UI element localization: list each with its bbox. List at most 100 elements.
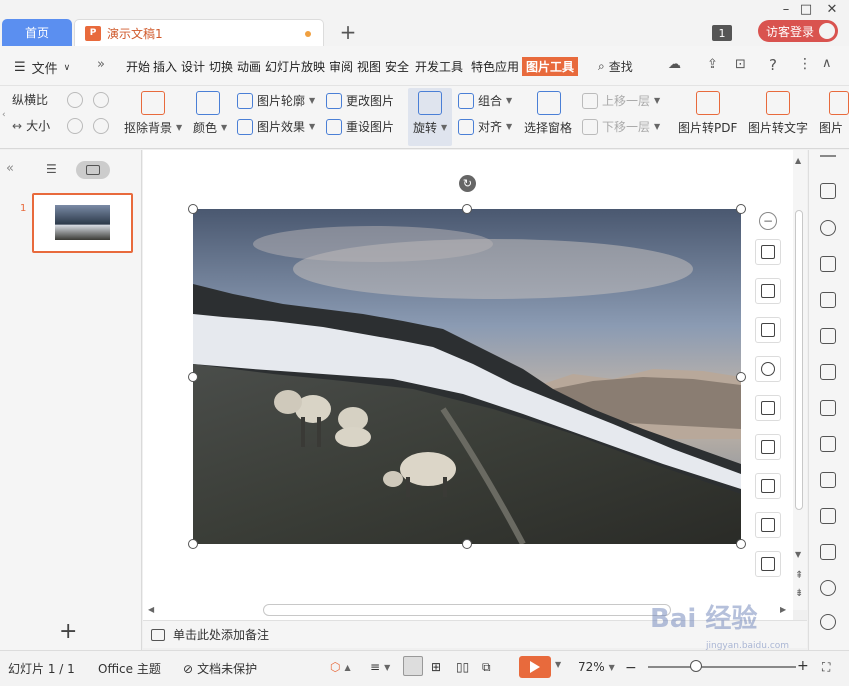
expand-menu-icon[interactable]: » xyxy=(97,57,105,72)
zoom-out-icon[interactable]: − xyxy=(625,660,637,676)
layout-grid-icon[interactable] xyxy=(820,328,836,344)
prev-slide-icon[interactable]: ⇞ xyxy=(795,570,803,581)
resize-button[interactable]: ↔ 大小 xyxy=(12,117,50,134)
menu-animation[interactable]: 动画 xyxy=(237,58,261,75)
resize-handle-bottom-left[interactable] xyxy=(188,539,198,549)
ribbon-scroll-left-icon[interactable]: ‹ xyxy=(2,110,6,120)
shape-icon[interactable] xyxy=(820,220,836,236)
tab-home[interactable]: 首页 xyxy=(2,19,72,46)
tab-document[interactable]: P 演示文稿1 xyxy=(74,19,324,46)
send-backward-button[interactable]: 下移一层 ▼ xyxy=(582,118,660,135)
document-icon[interactable] xyxy=(820,436,836,452)
help-icon[interactable]: ? xyxy=(769,56,777,74)
resize-handle-top-left[interactable] xyxy=(188,204,198,214)
scroll-left-icon[interactable]: ◀ xyxy=(148,605,154,614)
contrast-up-button[interactable] xyxy=(67,118,83,134)
brightness-down-button[interactable] xyxy=(93,92,109,108)
search-button[interactable]: ⌕ 查找 xyxy=(598,58,633,75)
remove-background-button[interactable]: 抠除背景 ▼ xyxy=(124,119,182,136)
menu-security[interactable]: 安全 xyxy=(385,58,409,75)
outline-view-icon[interactable]: ☰ xyxy=(46,162,57,176)
close-icon[interactable]: ✕ xyxy=(822,2,842,17)
menu-view[interactable]: 视图 xyxy=(357,58,381,75)
notes-toggle-icon[interactable]: ≡ ▼ xyxy=(370,660,390,674)
settings-sliders-icon[interactable] xyxy=(820,400,836,416)
menu-picture-tools[interactable]: 图片工具 xyxy=(522,57,579,76)
resize-handle-bottom-right[interactable] xyxy=(736,539,746,549)
resize-handle-top-right[interactable] xyxy=(736,204,746,214)
crop-button[interactable] xyxy=(755,239,781,265)
maximize-icon[interactable]: □ xyxy=(796,2,816,17)
collapse-ribbon-icon[interactable]: ∧ xyxy=(822,56,832,71)
menu-transition[interactable]: 切换 xyxy=(209,58,233,75)
picture-frame-button[interactable] xyxy=(755,395,781,421)
fit-window-icon[interactable]: ⛶ xyxy=(822,660,830,675)
resize-handle-left[interactable] xyxy=(188,372,198,382)
menu-start[interactable]: 开始 xyxy=(126,58,150,75)
align-button[interactable]: 对齐 ▼ xyxy=(458,118,512,135)
object-select-icon[interactable] xyxy=(820,183,836,199)
fill-tool-icon[interactable] xyxy=(820,256,836,272)
change-picture-button[interactable]: 更改图片 xyxy=(326,92,394,109)
share-out-icon[interactable] xyxy=(820,472,836,488)
remove-bg-quick-button[interactable] xyxy=(755,278,781,304)
normal-view-icon[interactable] xyxy=(403,656,423,676)
protect-status[interactable]: ⊘ 文档未保护 xyxy=(183,660,257,677)
thumbnail-view-toggle[interactable] xyxy=(76,161,110,179)
slide-sorter-icon[interactable]: ⊞ xyxy=(431,660,441,674)
brightness-up-button[interactable] xyxy=(67,92,83,108)
table-icon[interactable] xyxy=(820,292,836,308)
bring-forward-button[interactable]: 上移一层 ▼ xyxy=(582,92,660,109)
resize-handle-bottom[interactable] xyxy=(462,539,472,549)
picture-enhance-button[interactable] xyxy=(755,512,781,538)
presenter-view-icon[interactable]: ⧉ xyxy=(482,660,491,675)
picture-outline-button[interactable]: 图片轮廓 ▼ xyxy=(237,92,315,109)
rotate-handle-icon[interactable]: ↻ xyxy=(459,175,476,192)
resize-handle-top[interactable] xyxy=(462,204,472,214)
picture-to-pdf-button[interactable]: 图片转PDF xyxy=(678,119,737,136)
zoom-picture-button[interactable] xyxy=(755,356,781,382)
more-icon[interactable]: ⋮ xyxy=(798,56,812,72)
resize-handle-right[interactable] xyxy=(736,372,746,382)
minimize-icon[interactable]: – xyxy=(776,2,796,17)
zoom-level[interactable]: 72% ▼ xyxy=(578,660,615,674)
new-tab-button[interactable]: + xyxy=(336,20,360,44)
reading-view-icon[interactable]: ▯▯ xyxy=(456,660,469,674)
picture-fill-button[interactable] xyxy=(755,551,781,577)
group-button[interactable]: 组合 ▼ xyxy=(458,92,512,109)
scroll-up-icon[interactable]: ▲ xyxy=(795,156,801,165)
horizontal-scroll-thumb[interactable] xyxy=(263,604,671,616)
compare-button[interactable] xyxy=(755,317,781,343)
selected-picture[interactable] xyxy=(193,209,741,544)
color-button[interactable]: 颜色 ▼ xyxy=(193,119,227,136)
location-icon[interactable] xyxy=(820,614,836,630)
cloud-icon[interactable]: ☁ xyxy=(668,57,681,72)
beautify-icon[interactable]: ⬡ ▲ xyxy=(330,660,351,674)
lock-ratio-button[interactable]: 纵横比 xyxy=(12,91,48,108)
contrast-down-button[interactable] xyxy=(93,118,109,134)
zoom-slider-knob[interactable] xyxy=(690,660,702,672)
theme-name[interactable]: Office 主题 xyxy=(98,660,161,677)
scroll-right-icon[interactable]: ▶ xyxy=(780,605,786,614)
play-slideshow-button[interactable] xyxy=(519,656,551,678)
collapse-toolbar-icon[interactable]: − xyxy=(759,212,777,230)
menu-developer[interactable]: 开发工具 xyxy=(415,58,463,75)
share-icon[interactable]: ⇪ xyxy=(707,57,718,72)
picture-to-text-button[interactable]: 图片转文字 xyxy=(748,119,808,136)
picture-effect-button[interactable]: 图片效果 ▼ xyxy=(237,118,315,135)
archive-icon[interactable] xyxy=(820,508,836,524)
menu-slideshow[interactable]: 幻灯片放映 xyxy=(265,58,325,75)
image-icon[interactable] xyxy=(820,544,836,560)
menu-design[interactable]: 设计 xyxy=(181,58,205,75)
picture-copy-button[interactable] xyxy=(755,473,781,499)
next-slide-icon[interactable]: ⇟ xyxy=(795,588,803,599)
play-options-icon[interactable]: ▼ xyxy=(555,660,561,669)
chart-icon[interactable] xyxy=(820,364,836,380)
picture-more-button[interactable]: 图片 xyxy=(819,119,843,136)
selection-pane-button[interactable]: 选择窗格 xyxy=(524,119,572,136)
collapse-panel-icon[interactable]: « xyxy=(6,161,14,176)
audio-icon[interactable] xyxy=(820,580,836,596)
menu-special[interactable]: 特色应用 xyxy=(471,58,519,75)
picture-convert-button[interactable] xyxy=(755,434,781,460)
rotate-button[interactable]: 旋转 ▼ xyxy=(413,119,447,136)
